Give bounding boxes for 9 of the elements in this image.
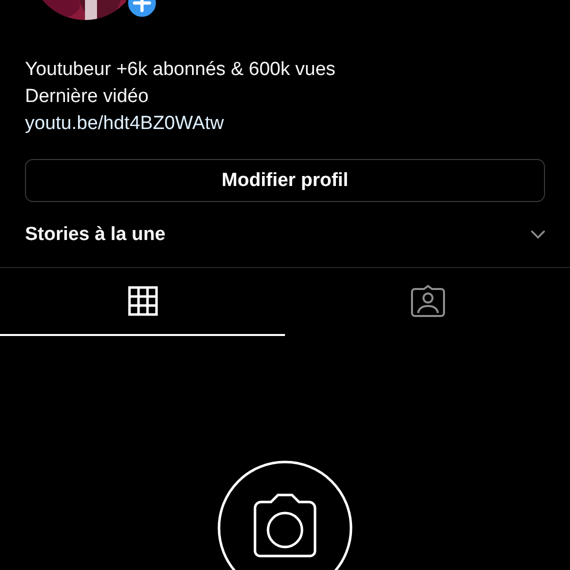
- bio-text: Youtubeur +6k abonnés & 600k vues: [25, 58, 336, 82]
- camera-icon[interactable]: [217, 460, 353, 570]
- grid-icon: [128, 286, 158, 316]
- edit-profile-button[interactable]: Modifier profil: [25, 159, 545, 202]
- chevron-icon[interactable]: [531, 230, 545, 240]
- tagged-person-icon: [410, 285, 444, 317]
- bio-link[interactable]: youtu.be/hdt4BZ0WAtw: [25, 110, 224, 137]
- section-title: Stories à la une: [25, 224, 166, 246]
- bio-text: Dernière vidéo: [25, 85, 149, 109]
